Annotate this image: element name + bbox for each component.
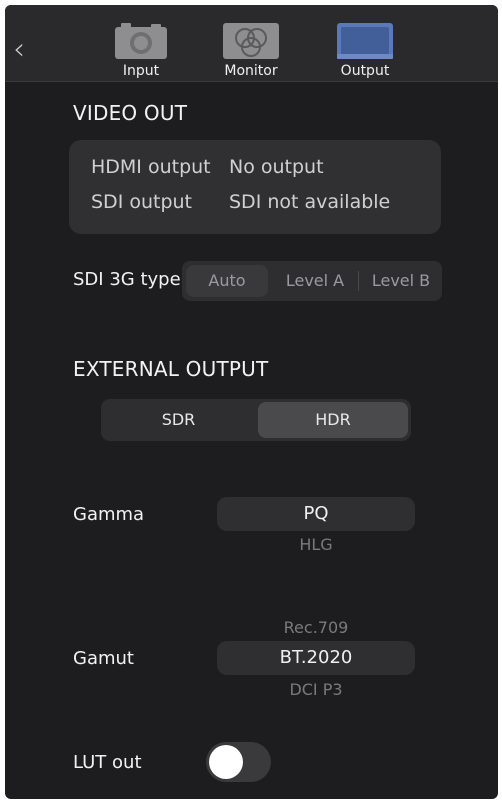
tab-output-label: Output [340, 63, 390, 79]
sdi-3g-option-level-a[interactable]: Level A [272, 261, 358, 301]
sdr-hdr-toggle: SDR HDR [101, 399, 411, 441]
lut-out-label: LUT out [73, 752, 142, 773]
lut-out-switch[interactable] [206, 742, 271, 782]
video-out-card: HDMI output No output SDI output SDI not… [69, 140, 441, 234]
hdmi-output-label: HDMI output [91, 156, 211, 178]
tab-input-label: Input [122, 63, 160, 79]
sdi-output-label: SDI output [91, 191, 193, 213]
sdi-3g-option-level-b[interactable]: Level B [360, 261, 442, 301]
hdr-option[interactable]: HDR [258, 402, 408, 438]
gamma-picker-selected[interactable]: PQ [217, 497, 415, 531]
tab-input[interactable]: Input [101, 21, 181, 81]
external-output-title: EXTERNAL OUTPUT [73, 357, 269, 381]
monitor-logo-icon [223, 23, 279, 59]
switch-knob [209, 745, 243, 779]
sdi-3g-type-label: SDI 3G type [73, 269, 181, 290]
camera-icon [115, 23, 167, 59]
sdi-3g-option-auto[interactable]: Auto [186, 265, 268, 297]
output-screen-icon [337, 23, 393, 59]
gamut-picker-option-dci-p3[interactable]: DCI P3 [217, 680, 415, 699]
video-out-title: VIDEO OUT [73, 101, 188, 125]
hdmi-output-value: No output [229, 156, 324, 178]
top-nav-bar: ‹ Input Monitor Output [5, 5, 498, 82]
sdi-3g-type-segmented-control: Auto Level A Level B [182, 261, 442, 301]
tab-output[interactable]: Output [325, 21, 405, 81]
gamma-picker-option-hlg[interactable]: HLG [217, 535, 415, 554]
gamut-picker-selected[interactable]: BT.2020 [217, 641, 415, 675]
segment-divider [358, 271, 359, 291]
tab-monitor-label: Monitor [224, 63, 278, 79]
sdr-option[interactable]: SDR [101, 399, 256, 441]
back-chevron-icon[interactable]: ‹ [13, 35, 43, 65]
tab-monitor[interactable]: Monitor [211, 21, 291, 81]
sdi-output-value: SDI not available [229, 191, 391, 213]
gamma-label: Gamma [73, 504, 145, 525]
output-settings-screen: ‹ Input Monitor Output VIDEO OUT HDMI ou… [5, 5, 498, 799]
gamut-picker-option-rec709[interactable]: Rec.709 [217, 618, 415, 637]
gamut-label: Gamut [73, 648, 134, 669]
